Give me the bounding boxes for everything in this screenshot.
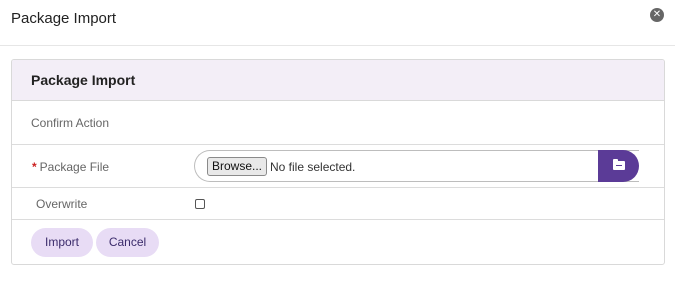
cancel-button[interactable]: Cancel [96,228,159,257]
required-marker: * [32,160,37,174]
confirm-action-text: Confirm Action [31,116,110,130]
package-file-row: * Package File Browse... No file selected… [12,145,664,188]
confirm-row: Confirm Action [12,101,664,145]
import-panel: Package Import Confirm Action * Package F… [11,59,665,265]
folder-button[interactable] [598,150,639,182]
folder-icon [613,159,625,170]
modal-header: Package Import ✕ [0,0,675,46]
file-status-text: No file selected. [270,160,356,174]
panel-heading: Package Import [12,60,664,101]
panel-title: Package Import [31,72,136,88]
import-button[interactable]: Import [31,228,93,257]
modal-title: Package Import [11,10,117,27]
overwrite-label: Overwrite [36,197,88,211]
overwrite-row: Overwrite [12,188,664,220]
actions-row: Import Cancel [12,220,664,264]
close-icon[interactable]: ✕ [650,8,664,22]
overwrite-checkbox[interactable] [195,199,205,209]
package-import-modal: Package Import ✕ Package Import Confirm … [0,0,675,281]
package-file-input[interactable]: Browse... No file selected. [194,150,639,182]
package-file-label-group: * Package File [32,160,109,174]
package-file-label: Package File [39,160,110,174]
browse-button[interactable]: Browse... [207,157,268,176]
